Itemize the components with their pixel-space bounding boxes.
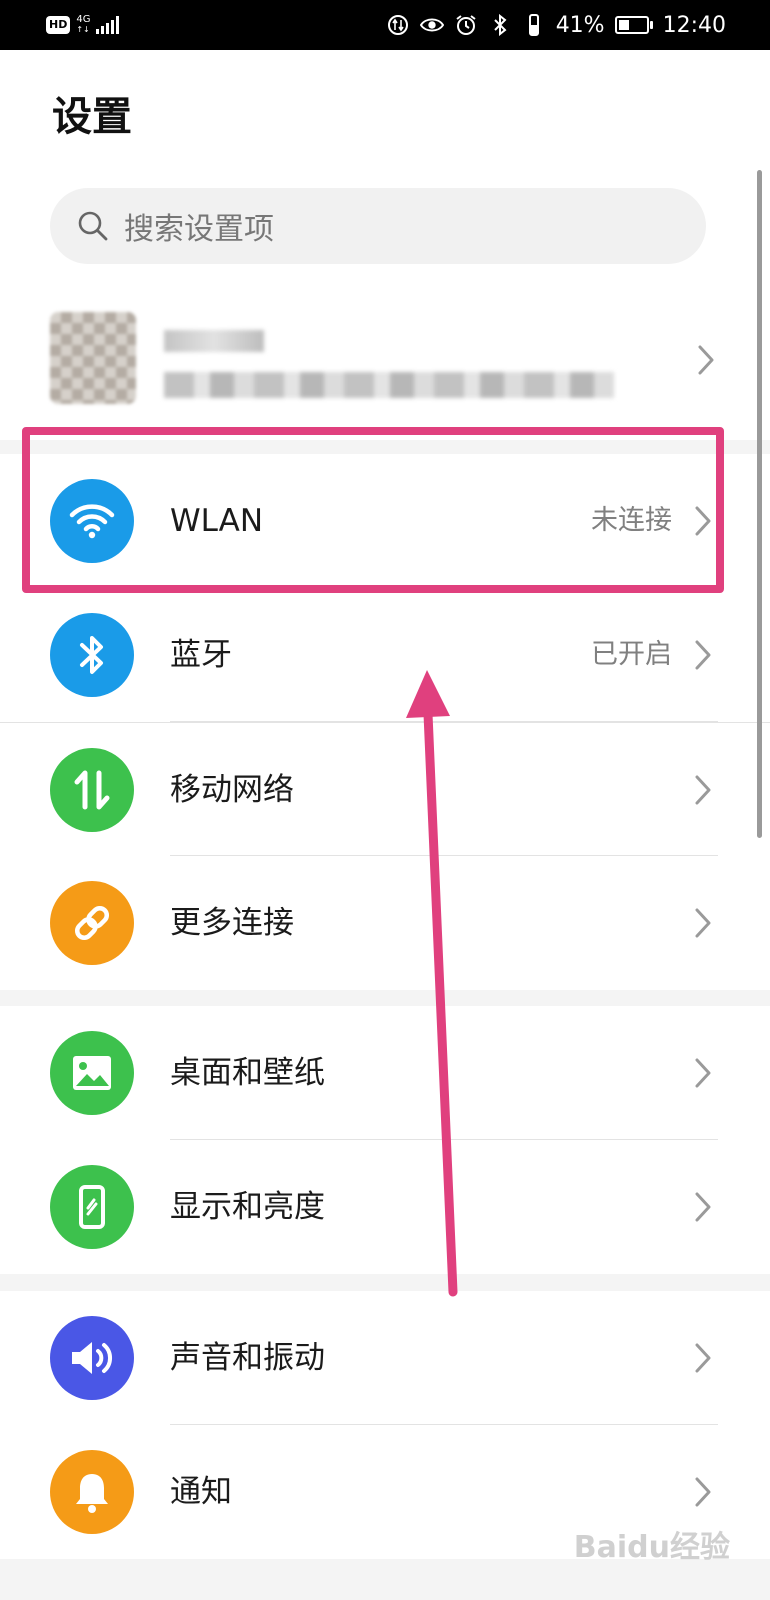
chevron-right-icon — [695, 775, 711, 805]
scrollbar[interactable] — [757, 170, 762, 838]
bluetooth-icon — [50, 613, 134, 697]
page-title: 设置 — [52, 94, 132, 140]
chevron-right-icon — [695, 1192, 711, 1222]
account-row[interactable] — [50, 312, 714, 412]
alarm-icon — [454, 13, 478, 37]
setting-more-connections[interactable]: 更多连接 — [0, 856, 770, 990]
search-icon — [78, 211, 108, 241]
vibrate-icon — [522, 13, 546, 37]
hd-badge: HD — [46, 16, 71, 34]
setting-display[interactable]: 显示和亮度 — [0, 1140, 770, 1274]
link-icon — [50, 881, 134, 965]
bluetooth-status-icon — [488, 13, 512, 37]
setting-label: 通知 — [170, 1474, 232, 1510]
setting-label: 声音和振动 — [170, 1340, 325, 1376]
account-subtitle-blurred — [164, 372, 614, 398]
setting-label: 更多连接 — [170, 905, 294, 941]
sound-icon — [50, 1316, 134, 1400]
clock: 12:40 — [662, 12, 726, 38]
avatar — [50, 312, 136, 404]
setting-label: 蓝牙 — [170, 637, 232, 673]
highlight-box — [22, 427, 724, 593]
setting-status: 已开启 — [591, 639, 672, 670]
chevron-right-icon — [695, 1058, 711, 1088]
battery-percent: 41% — [555, 12, 605, 38]
setting-label: 移动网络 — [170, 772, 294, 808]
status-bar: HD 4G ↑↓ 41% 12:40 — [0, 0, 770, 50]
network-type: 4G ↑↓ — [76, 14, 91, 35]
battery-icon — [614, 16, 653, 34]
settings-group-sound: 声音和振动 通知 — [0, 1291, 770, 1559]
setting-label: 显示和亮度 — [170, 1189, 325, 1225]
search-input[interactable]: 搜索设置项 — [50, 188, 706, 264]
setting-mobile-network[interactable]: 移动网络 — [0, 722, 770, 856]
signal-icon — [96, 16, 120, 34]
chevron-right-icon — [695, 1343, 711, 1373]
mobile-data-icon — [50, 748, 134, 832]
chevron-right-icon — [698, 345, 714, 375]
watermark: Baidu经验 — [573, 1530, 730, 1565]
data-saver-icon — [386, 13, 410, 37]
notification-icon — [50, 1450, 134, 1534]
account-name-blurred — [164, 330, 264, 352]
setting-sound[interactable]: 声音和振动 — [0, 1291, 770, 1425]
display-icon — [50, 1165, 134, 1249]
eye-comfort-icon — [419, 13, 444, 37]
settings-group-display: 桌面和壁纸 显示和亮度 — [0, 1006, 770, 1274]
chevron-right-icon — [695, 640, 711, 670]
chevron-right-icon — [695, 1477, 711, 1507]
chevron-right-icon — [695, 908, 711, 938]
setting-label: 桌面和壁纸 — [170, 1055, 325, 1091]
wallpaper-icon — [50, 1031, 134, 1115]
search-placeholder: 搜索设置项 — [124, 212, 274, 247]
settings-header: 设置 搜索设置项 — [0, 50, 770, 440]
setting-wallpaper[interactable]: 桌面和壁纸 — [0, 1006, 770, 1140]
settings-page: 设置 搜索设置项 WLAN 未连接 蓝牙 已开启 移动网络 更多连接 桌面和壁纸… — [0, 50, 770, 1600]
setting-bluetooth[interactable]: 蓝牙 已开启 — [0, 588, 770, 722]
